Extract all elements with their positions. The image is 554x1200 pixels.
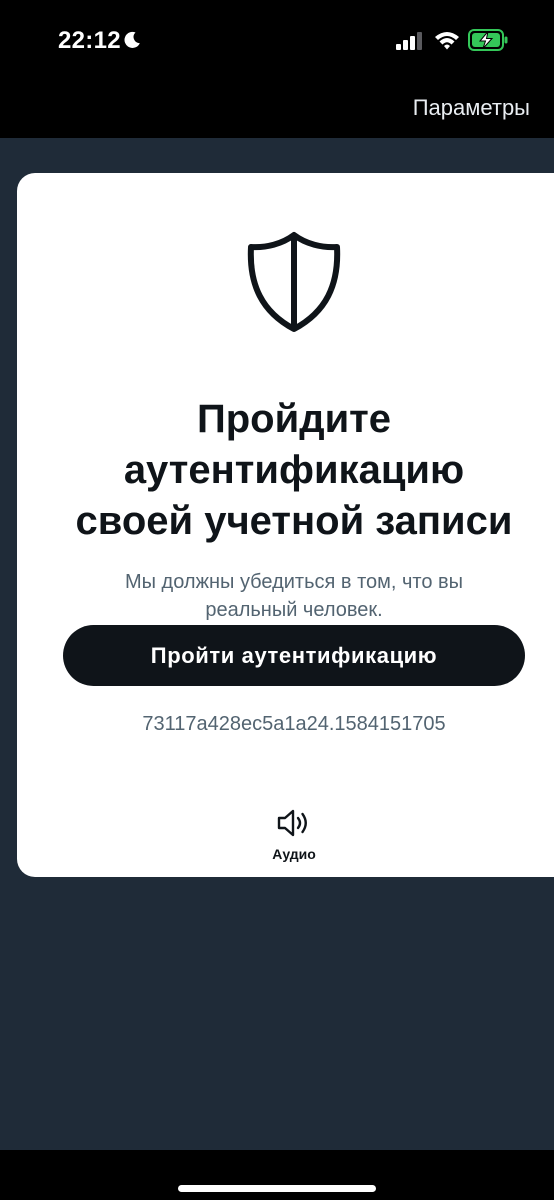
title-line: Пройдите (196, 397, 392, 441)
audio-button[interactable]: Аудио (250, 805, 338, 867)
top-bar: 22:12 Параметры (0, 0, 554, 138)
wifi-icon (435, 32, 459, 50)
settings-link[interactable]: Параметры (413, 95, 530, 121)
status-time: 22:12 (58, 27, 121, 54)
page-title: Пройдите аутентификацию своей учетной за… (40, 394, 548, 547)
subtitle: Мы должны убедиться в том, что вы реальн… (60, 568, 528, 624)
authenticate-button[interactable]: Пройти аутентификацию (63, 625, 525, 686)
audio-label: Аудио (272, 846, 316, 862)
speaker-icon (277, 809, 307, 837)
screen: 22:12 Параметры Пройдите аутентификацию … (0, 0, 554, 1200)
subtitle-line: реальный человек. (205, 599, 383, 621)
shield-icon (247, 232, 341, 332)
session-id: 73117a428ec5a1a24.1584151705 (142, 713, 446, 735)
cellular-signal-icon (396, 32, 422, 50)
battery-charging-icon (468, 29, 508, 51)
title-line: своей учетной записи (75, 499, 513, 543)
bottom-bar (0, 1150, 554, 1200)
moon-icon (124, 31, 140, 48)
home-indicator[interactable] (178, 1185, 376, 1192)
subtitle-line: Мы должны убедиться в том, что вы (124, 571, 464, 593)
title-line: аутентификацию (123, 448, 465, 492)
